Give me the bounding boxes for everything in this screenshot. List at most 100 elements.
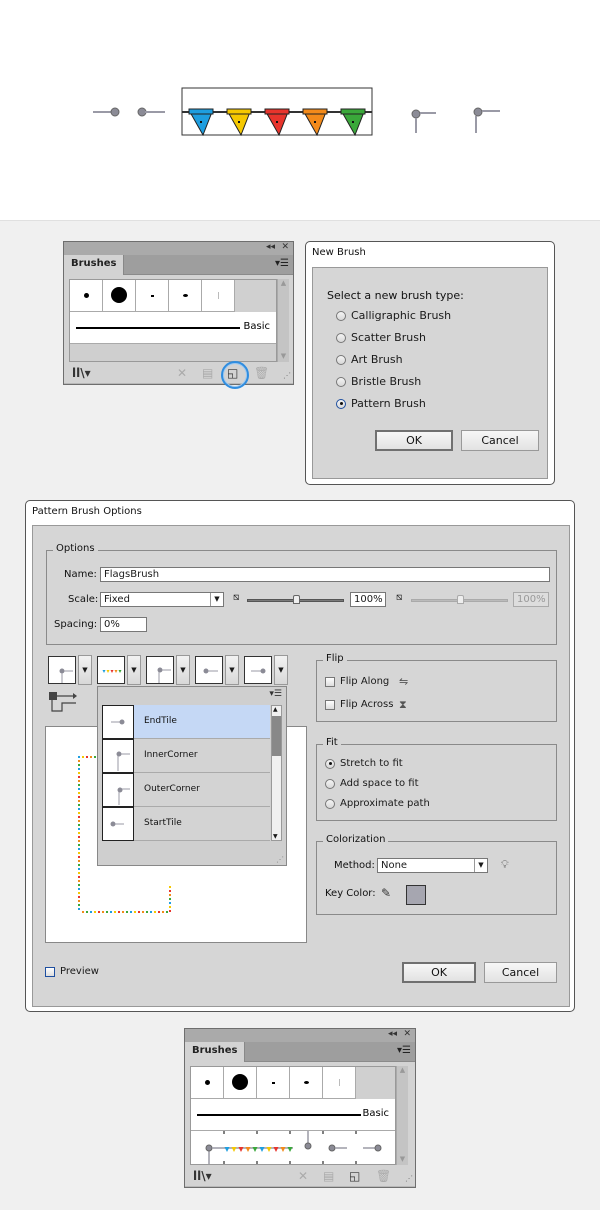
resize-grip-icon[interactable]: ⋰ xyxy=(283,371,291,380)
tile-side[interactable] xyxy=(97,656,125,684)
tile-option-endtile[interactable]: EndTile xyxy=(102,705,270,739)
brush-thumb-large-dot[interactable] xyxy=(224,1067,257,1099)
brush-thumb-tiny-dot[interactable] xyxy=(136,280,169,312)
radio-button[interactable] xyxy=(325,778,335,789)
radio-add-space-to-fit[interactable]: Add space to fit xyxy=(325,778,419,789)
cancel-button[interactable]: Cancel xyxy=(484,962,557,983)
brush-options-icon[interactable]: ▤ xyxy=(202,366,213,380)
checkbox[interactable] xyxy=(325,676,335,687)
popup-menu-icon[interactable]: ▾☰ xyxy=(269,689,282,699)
options-group: Options Name: FlagsBrush Scale: Fixed ▼ … xyxy=(46,543,557,645)
brush-libraries-icon[interactable]: ll\▾ xyxy=(72,366,91,380)
preview-flag xyxy=(78,904,80,906)
remove-brush-stroke-icon[interactable]: ✕ xyxy=(298,1169,308,1183)
brush-thumb-oval[interactable] xyxy=(290,1067,323,1099)
brush-list-scrollbar[interactable]: ▲ ▼ xyxy=(277,279,289,362)
radio-button[interactable] xyxy=(336,354,346,365)
brush-thumb-tiny-dot[interactable] xyxy=(257,1067,290,1099)
brush-thumb-thin-line[interactable] xyxy=(202,280,235,312)
artboard-canvas[interactable] xyxy=(0,0,600,221)
tile-option-innercorner[interactable]: InnerCorner xyxy=(102,739,270,773)
scroll-down-icon[interactable]: ▼ xyxy=(397,1155,408,1165)
scroll-down-icon[interactable]: ▼ xyxy=(273,833,278,840)
scale-percent-input[interactable]: 100% xyxy=(350,592,386,607)
flip-across-checkbox[interactable]: Flip Across xyxy=(325,699,393,710)
brush-thumb-oval[interactable] xyxy=(169,280,202,312)
collapse-panel-icon[interactable]: ◂◂ xyxy=(388,1029,397,1039)
cancel-button[interactable]: Cancel xyxy=(461,430,539,451)
resize-grip-icon[interactable]: ⋰ xyxy=(276,855,284,864)
ok-button[interactable]: OK xyxy=(375,430,453,451)
tile-option-outercorner[interactable]: OuterCorner xyxy=(102,773,270,807)
collapse-panel-icon[interactable]: ◂◂ xyxy=(266,242,275,252)
resize-grip-icon[interactable]: ⋰ xyxy=(405,1174,413,1183)
new-brush-icon[interactable]: ◱ xyxy=(349,1169,360,1183)
close-panel-icon[interactable]: ✕ xyxy=(403,1029,411,1039)
method-select[interactable]: None ▼ xyxy=(377,858,488,873)
popup-scrollbar[interactable]: ▲ ▼ xyxy=(271,705,282,841)
radio-approximate-path[interactable]: Approximate path xyxy=(325,798,430,809)
scale-slider-handle[interactable] xyxy=(292,595,300,604)
radio-calligraphic-brush[interactable]: Calligraphic Brush xyxy=(336,309,451,322)
tile-end[interactable] xyxy=(244,656,272,684)
tile-outer-corner-dropdown[interactable]: ▼ xyxy=(78,655,92,685)
preview-flag xyxy=(78,788,80,790)
spacing-input[interactable]: 0% xyxy=(100,617,147,632)
tile-outer-corner[interactable] xyxy=(48,656,76,684)
radio-button[interactable] xyxy=(336,332,346,343)
eyedropper-icon[interactable]: ✎ xyxy=(381,886,391,900)
brush-list-scrollbar[interactable]: ▲ ▼ xyxy=(396,1066,408,1165)
radio-button[interactable] xyxy=(336,310,346,321)
radio-button-selected[interactable] xyxy=(336,398,346,409)
preview-checkbox[interactable]: Preview xyxy=(45,966,99,977)
delete-brush-icon[interactable]: 🗑 xyxy=(376,1169,391,1183)
brush-thumb-small-dot[interactable] xyxy=(70,280,103,312)
key-color-swatch[interactable] xyxy=(406,885,426,905)
close-panel-icon[interactable]: ✕ xyxy=(281,242,289,252)
brush-options-icon[interactable]: ▤ xyxy=(323,1169,334,1183)
brush-basic[interactable]: Basic xyxy=(191,1099,395,1131)
scale-select[interactable]: Fixed ▼ xyxy=(100,592,224,607)
panel-menu-icon[interactable]: ▾☰ xyxy=(397,1045,411,1056)
radio-button-selected[interactable] xyxy=(325,758,335,769)
brush-libraries-icon[interactable]: ll\▾ xyxy=(193,1169,212,1183)
tips-lightbulb-icon[interactable]: 💡︎ xyxy=(501,858,509,872)
tile-side-dropdown[interactable]: ▼ xyxy=(127,655,141,685)
tile-inner-corner-dropdown[interactable]: ▼ xyxy=(176,655,190,685)
radio-stretch-to-fit[interactable]: Stretch to fit xyxy=(325,758,403,769)
tab-brushes[interactable]: Brushes xyxy=(64,255,125,276)
checkbox[interactable] xyxy=(325,699,335,710)
scale-slider[interactable] xyxy=(247,595,344,604)
radio-bristle-brush[interactable]: Bristle Brush xyxy=(336,375,421,388)
remove-brush-stroke-icon[interactable]: ✕ xyxy=(177,366,187,380)
brush-flags-pattern[interactable] xyxy=(191,1131,395,1164)
popup-scrollbar-thumb[interactable] xyxy=(272,716,281,756)
name-input[interactable]: FlagsBrush xyxy=(100,567,550,582)
tile-inner-corner[interactable] xyxy=(146,656,174,684)
brush-thumb-large-dot[interactable] xyxy=(103,280,136,312)
tile-end-dropdown[interactable]: ▼ xyxy=(274,655,288,685)
flip-along-checkbox[interactable]: Flip Along xyxy=(325,676,389,687)
radio-pattern-brush[interactable]: Pattern Brush xyxy=(336,397,426,410)
new-brush-button-highlight[interactable] xyxy=(221,361,249,389)
brush-thumb-small-dot[interactable] xyxy=(191,1067,224,1099)
tile-start[interactable] xyxy=(195,656,223,684)
scroll-up-icon[interactable]: ▲ xyxy=(397,1066,408,1076)
scroll-down-icon[interactable]: ▼ xyxy=(278,352,289,362)
radio-scatter-brush[interactable]: Scatter Brush xyxy=(336,331,426,344)
ok-button[interactable]: OK xyxy=(402,962,476,983)
panel-menu-icon[interactable]: ▾☰ xyxy=(275,258,289,269)
tile-option-starttile[interactable]: StartTile xyxy=(102,807,270,841)
radio-button[interactable] xyxy=(336,376,346,387)
delete-brush-icon[interactable]: 🗑 xyxy=(254,366,269,380)
scroll-up-icon[interactable]: ▲ xyxy=(273,706,278,713)
tab-brushes[interactable]: Brushes xyxy=(185,1042,246,1063)
brush-basic[interactable]: Basic xyxy=(70,312,276,344)
tile-start-dropdown[interactable]: ▼ xyxy=(225,655,239,685)
brush-thumb-thin-line[interactable] xyxy=(323,1067,356,1099)
radio-art-brush[interactable]: Art Brush xyxy=(336,353,403,366)
checkbox[interactable] xyxy=(45,966,55,977)
radio-button[interactable] xyxy=(325,798,335,809)
option-label: Scatter Brush xyxy=(351,331,426,344)
scroll-up-icon[interactable]: ▲ xyxy=(278,279,289,289)
